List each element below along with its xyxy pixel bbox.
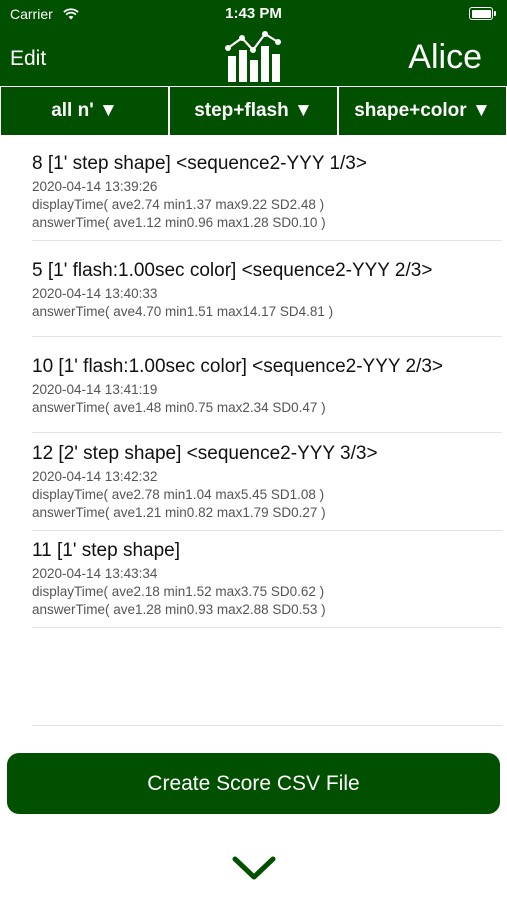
record-timestamp: 2020-04-14 13:42:32 xyxy=(32,469,158,484)
user-name: Alice xyxy=(408,38,482,76)
record-title: 12 [2' step shape] <sequence2-YYY 3/3> xyxy=(32,443,378,464)
record-stat-line: answerTime( ave1.21 min0.82 max1.79 SD0.… xyxy=(32,505,326,520)
filter-all[interactable]: all n' ▼ xyxy=(0,86,169,136)
list-item[interactable]: 10 [1' flash:1.00sec color] <sequence2-Y… xyxy=(32,337,502,433)
record-stat-line: answerTime( ave1.48 min0.75 max2.34 SD0.… xyxy=(32,400,326,415)
app-header: Carrier 1:43 PM Edit Alice xyxy=(0,0,507,86)
record-title: 5 [1' flash:1.00sec color] <sequence2-YY… xyxy=(32,260,433,281)
record-stat-line: answerTime( ave4.70 min1.51 max14.17 SD4… xyxy=(32,304,334,319)
record-stat-line: answerTime( ave1.12 min0.96 max1.28 SD0.… xyxy=(32,215,326,230)
record-timestamp: 2020-04-14 13:43:34 xyxy=(32,566,158,581)
list-item[interactable]: 8 [1' step shape] <sequence2-YYY 1/3> 20… xyxy=(32,136,502,241)
create-csv-button[interactable]: Create Score CSV File xyxy=(7,753,500,814)
score-list: 8 [1' step shape] <sequence2-YYY 1/3> 20… xyxy=(32,136,502,726)
record-title: 8 [1' step shape] <sequence2-YYY 1/3> xyxy=(32,153,367,174)
status-time: 1:43 PM xyxy=(225,5,282,22)
record-timestamp: 2020-04-14 13:40:33 xyxy=(32,286,158,301)
record-timestamp: 2020-04-14 13:41:19 xyxy=(32,382,158,397)
filter-mode[interactable]: step+flash ▼ xyxy=(169,86,338,136)
record-title: 10 [1' flash:1.00sec color] <sequence2-Y… xyxy=(32,356,443,377)
chevron-down-icon[interactable] xyxy=(231,853,277,888)
chart-logo-icon xyxy=(224,28,284,89)
record-timestamp: 2020-04-14 13:39:26 xyxy=(32,179,158,194)
record-stat-line: displayTime( ave2.18 min1.52 max3.75 SD0… xyxy=(32,584,325,599)
status-bar: Carrier 1:43 PM xyxy=(0,0,507,28)
filter-type[interactable]: shape+color ▼ xyxy=(338,86,507,136)
list-item[interactable]: 12 [2' step shape] <sequence2-YYY 3/3> 2… xyxy=(32,433,502,531)
record-stat-line: displayTime( ave2.78 min1.04 max5.45 SD1… xyxy=(32,487,325,502)
record-stat-line: answerTime( ave1.28 min0.93 max2.88 SD0.… xyxy=(32,602,326,617)
list-item[interactable]: 11 [1' step shape] 2020-04-14 13:43:34 d… xyxy=(32,531,502,628)
record-title: 11 [1' step shape] xyxy=(32,540,180,561)
edit-button[interactable]: Edit xyxy=(10,47,46,71)
record-stat-line: displayTime( ave2.74 min1.37 max9.22 SD2… xyxy=(32,197,325,212)
list-item[interactable]: 5 [1' flash:1.00sec color] <sequence2-YY… xyxy=(32,241,502,337)
list-item-empty xyxy=(32,628,502,726)
filter-bar: all n' ▼ step+flash ▼ shape+color ▼ xyxy=(0,86,507,136)
battery-icon xyxy=(469,7,496,20)
